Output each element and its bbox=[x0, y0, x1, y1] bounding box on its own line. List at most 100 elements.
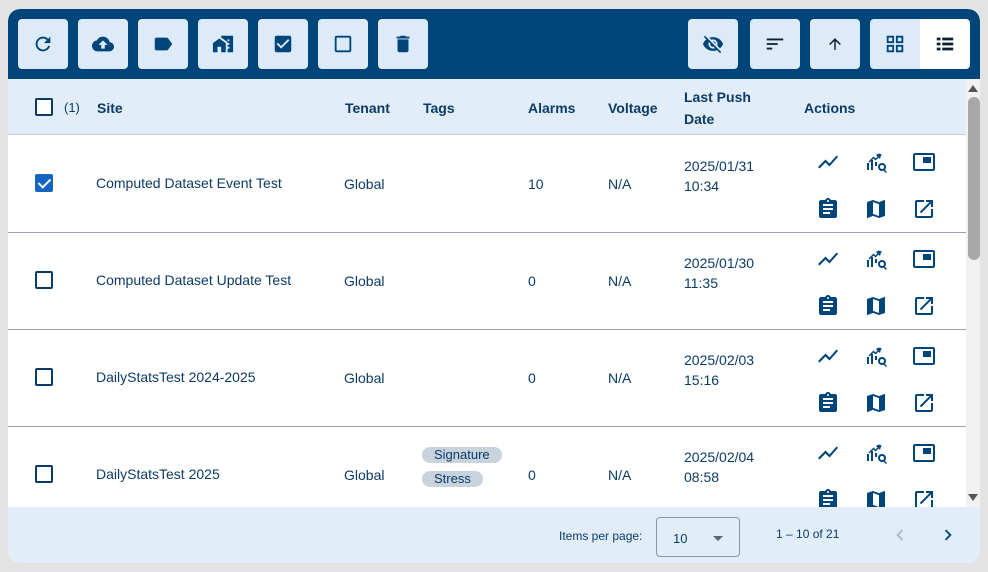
tenant-cell: Global bbox=[344, 467, 385, 483]
items-per-page-select[interactable]: 10 bbox=[656, 517, 740, 557]
header-tenant[interactable]: Tenant bbox=[345, 100, 390, 116]
row-checkbox[interactable] bbox=[35, 368, 53, 386]
list-view-icon bbox=[936, 37, 954, 51]
picture-in-picture-icon bbox=[913, 250, 935, 268]
table-row[interactable]: Computed Dataset Event Test Global 10 N/A 20… bbox=[8, 136, 966, 233]
header-voltage[interactable]: Voltage bbox=[608, 100, 658, 116]
list-view-button[interactable] bbox=[920, 19, 970, 69]
open-external-action-button[interactable] bbox=[912, 197, 936, 221]
trend-line-icon bbox=[818, 252, 838, 266]
previous-page-button[interactable] bbox=[888, 523, 912, 547]
clipboard-action-button[interactable] bbox=[816, 391, 840, 415]
map-icon bbox=[867, 297, 885, 315]
clipboard-icon bbox=[819, 198, 837, 218]
header-last-push-line2[interactable]: Date bbox=[684, 111, 714, 127]
vertical-scrollbar[interactable] bbox=[966, 79, 980, 507]
header-alarms[interactable]: Alarms bbox=[528, 100, 575, 116]
trend-line-action-button[interactable] bbox=[816, 344, 840, 368]
table-header: (1) Site Tenant Tags Alarms Voltage Last… bbox=[8, 79, 966, 135]
scroll-down-arrow-icon[interactable] bbox=[968, 494, 978, 501]
grid-view-icon bbox=[886, 35, 904, 53]
picture-in-picture-action-button[interactable] bbox=[912, 441, 936, 465]
open-external-action-button[interactable] bbox=[912, 488, 936, 507]
analytics-search-action-button[interactable] bbox=[864, 150, 888, 174]
tenant-cell: Global bbox=[344, 273, 385, 289]
picture-in-picture-action-button[interactable] bbox=[912, 150, 936, 174]
table-row[interactable]: DailyStatsTest 2025 Global Signature Stress… bbox=[8, 427, 966, 507]
label-button[interactable] bbox=[138, 19, 188, 69]
analytics-search-action-button[interactable] bbox=[864, 441, 888, 465]
picture-in-picture-action-button[interactable] bbox=[912, 344, 936, 368]
analytics-search-icon bbox=[867, 250, 887, 270]
tenant-cell: Global bbox=[344, 176, 385, 192]
row-checkbox[interactable] bbox=[35, 271, 53, 289]
checkbox-checked-icon bbox=[274, 35, 292, 53]
table-row[interactable]: DailyStatsTest 2024-2025 Global 0 N/A 2025/0… bbox=[8, 330, 966, 427]
upload-button[interactable] bbox=[78, 19, 128, 69]
open-external-icon bbox=[915, 297, 933, 315]
last-push-time: 08:58 bbox=[684, 469, 720, 485]
site-link[interactable]: Computed Dataset Update Test bbox=[96, 272, 291, 288]
header-actions: Actions bbox=[804, 100, 856, 116]
open-external-action-button[interactable] bbox=[912, 294, 936, 318]
map-action-button[interactable] bbox=[864, 197, 888, 221]
picture-in-picture-action-button[interactable] bbox=[912, 247, 936, 271]
tag-chip: Signature bbox=[422, 447, 502, 463]
delete-button[interactable] bbox=[378, 19, 428, 69]
grid-view-button[interactable] bbox=[870, 19, 920, 69]
picture-in-picture-icon bbox=[913, 153, 935, 171]
last-push-date: 2025/02/03 bbox=[684, 352, 755, 368]
header-site[interactable]: Site bbox=[97, 100, 123, 116]
sort-direction-button[interactable] bbox=[810, 19, 860, 69]
last-push-date: 2025/01/30 bbox=[684, 255, 755, 271]
voltage-cell: N/A bbox=[608, 176, 632, 192]
chevron-down-icon bbox=[713, 536, 723, 541]
open-external-icon bbox=[915, 394, 933, 412]
site-link[interactable]: DailyStatsTest 2024-2025 bbox=[96, 369, 256, 385]
picture-in-picture-icon bbox=[913, 347, 935, 365]
refresh-icon bbox=[35, 36, 51, 52]
uncheck-all-button[interactable] bbox=[318, 19, 368, 69]
trend-line-action-button[interactable] bbox=[816, 150, 840, 174]
clipboard-icon bbox=[819, 392, 837, 412]
row-checkbox[interactable] bbox=[35, 174, 53, 192]
scroll-up-arrow-icon[interactable] bbox=[968, 85, 978, 92]
map-action-button[interactable] bbox=[864, 294, 888, 318]
sites-table: (1) Site Tenant Tags Alarms Voltage Last… bbox=[8, 79, 966, 507]
row-checkbox[interactable] bbox=[35, 465, 53, 483]
alarms-cell: 0 bbox=[528, 467, 536, 483]
check-all-button[interactable] bbox=[258, 19, 308, 69]
map-action-button[interactable] bbox=[864, 391, 888, 415]
hide-button[interactable] bbox=[688, 19, 738, 69]
table-row[interactable]: Computed Dataset Update Test Global 0 N/A 20… bbox=[8, 233, 966, 330]
toolbar bbox=[8, 9, 980, 79]
site-link[interactable]: DailyStatsTest 2025 bbox=[96, 466, 220, 482]
clipboard-action-button[interactable] bbox=[816, 294, 840, 318]
refresh-button[interactable] bbox=[18, 19, 68, 69]
scroll-thumb[interactable] bbox=[968, 97, 980, 260]
select-all-checkbox[interactable] bbox=[35, 98, 53, 116]
open-external-action-button[interactable] bbox=[912, 391, 936, 415]
trend-line-icon bbox=[818, 446, 838, 460]
analytics-search-action-button[interactable] bbox=[864, 344, 888, 368]
next-page-button[interactable] bbox=[936, 523, 960, 547]
analytics-search-action-button[interactable] bbox=[864, 247, 888, 271]
sort-button[interactable] bbox=[750, 19, 800, 69]
clipboard-action-button[interactable] bbox=[816, 488, 840, 507]
alarms-cell: 0 bbox=[528, 370, 536, 386]
header-last-push-line1[interactable]: Last Push bbox=[684, 89, 751, 105]
last-push-time: 15:16 bbox=[684, 372, 720, 388]
trend-line-action-button[interactable] bbox=[816, 247, 840, 271]
label-icon bbox=[154, 37, 173, 51]
site-link[interactable]: Computed Dataset Event Test bbox=[96, 175, 282, 191]
map-action-button[interactable] bbox=[864, 488, 888, 507]
sort-icon bbox=[766, 38, 784, 50]
home-work-button[interactable] bbox=[198, 19, 248, 69]
items-per-page-value: 10 bbox=[673, 531, 688, 546]
trend-line-action-button[interactable] bbox=[816, 441, 840, 465]
cloud-upload-icon bbox=[92, 36, 114, 52]
alarms-cell: 10 bbox=[528, 176, 544, 192]
clipboard-action-button[interactable] bbox=[816, 197, 840, 221]
eye-off-icon bbox=[702, 35, 724, 54]
page-range-label: 1 – 10 of 21 bbox=[776, 527, 840, 541]
